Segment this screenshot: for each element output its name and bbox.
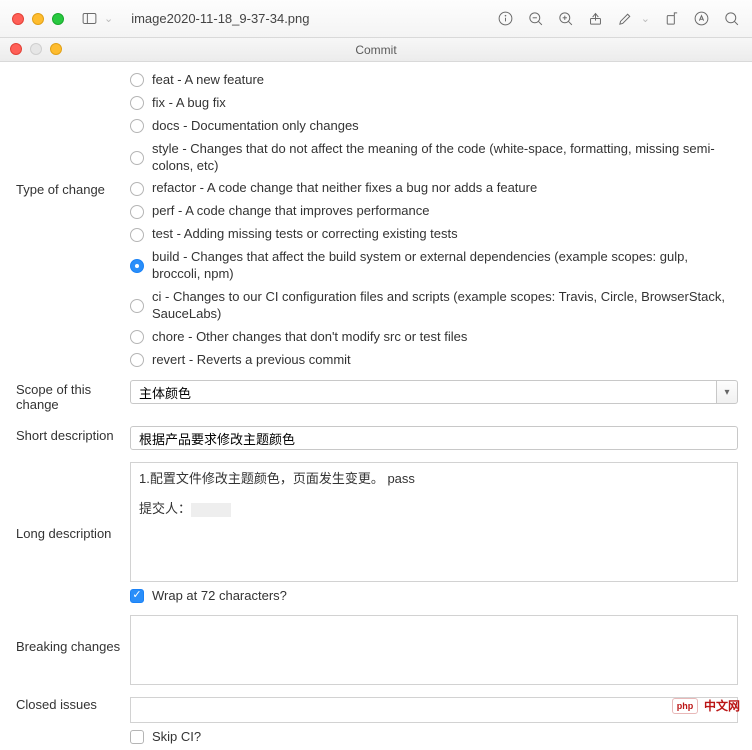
short-desc-label: Short description [0, 420, 130, 451]
radio-icon[interactable] [130, 259, 144, 273]
watermark: php 中文网 [672, 697, 740, 714]
scope-dropdown-button[interactable]: ▾ [716, 380, 738, 404]
zoom-in-icon[interactable] [557, 10, 575, 28]
type-of-change-option[interactable]: fix - A bug fix [130, 95, 738, 112]
dialog-titlebar: Commit [0, 38, 752, 62]
dialog-zoom-button[interactable] [50, 43, 62, 55]
long-desc-textarea[interactable]: 1.配置文件修改主题颜色，页面发生变更。 pass 提交人： [130, 462, 738, 582]
type-of-change-option[interactable]: ci - Changes to our CI configuration fil… [130, 289, 738, 323]
breaking-textarea[interactable] [130, 615, 738, 685]
type-of-change-option[interactable]: revert - Reverts a previous commit [130, 352, 738, 369]
search-icon[interactable] [722, 10, 740, 28]
radio-icon[interactable] [130, 330, 144, 344]
window-minimize-button[interactable] [32, 13, 44, 25]
type-of-change-option[interactable]: style - Changes that do not affect the m… [130, 141, 738, 175]
radio-icon[interactable] [130, 151, 144, 165]
window-close-button[interactable] [12, 13, 24, 25]
skip-ci-checkbox[interactable] [130, 730, 144, 744]
radio-icon[interactable] [130, 96, 144, 110]
type-of-change-option[interactable]: docs - Documentation only changes [130, 118, 738, 135]
info-icon[interactable] [497, 10, 515, 28]
rotate-icon[interactable] [662, 10, 680, 28]
type-of-change-option[interactable]: build - Changes that affect the build sy… [130, 249, 738, 283]
markup-icon[interactable] [617, 10, 635, 28]
radio-icon[interactable] [130, 205, 144, 219]
annotate-icon[interactable] [692, 10, 710, 28]
chevron-down-icon[interactable]: ⌄ [104, 12, 113, 25]
zoom-out-icon[interactable] [527, 10, 545, 28]
radio-icon[interactable] [130, 228, 144, 242]
wrap-label: Wrap at 72 characters? [152, 588, 287, 603]
type-of-change-option[interactable]: refactor - A code change that neither fi… [130, 180, 738, 197]
radio-label: ci - Changes to our CI configuration fil… [152, 289, 738, 323]
radio-label: test - Adding missing tests or correctin… [152, 226, 458, 243]
window-traffic-lights [12, 13, 64, 25]
share-icon[interactable] [587, 10, 605, 28]
radio-icon[interactable] [130, 299, 144, 313]
chevron-down-icon[interactable]: ⌄ [641, 12, 650, 25]
dialog-close-button[interactable] [10, 43, 22, 55]
commit-form: Type of change feat - A new feature fix -… [0, 62, 752, 750]
type-of-change-option[interactable]: chore - Other changes that don't modify … [130, 329, 738, 346]
sidebar-toggle-icon[interactable] [80, 10, 98, 28]
closed-issues-label: Closed issues [0, 691, 130, 720]
short-desc-input[interactable] [130, 426, 738, 450]
radio-label: refactor - A code change that neither fi… [152, 180, 537, 197]
radio-icon[interactable] [130, 119, 144, 133]
redacted-name [191, 503, 231, 517]
radio-label: docs - Documentation only changes [152, 118, 359, 135]
radio-label: chore - Other changes that don't modify … [152, 329, 467, 346]
window-zoom-button[interactable] [52, 13, 64, 25]
long-desc-label: Long description [0, 456, 130, 549]
radio-label: style - Changes that do not affect the m… [152, 141, 738, 175]
dialog-minimize-button [30, 43, 42, 55]
dialog-title: Commit [355, 43, 396, 57]
closed-issues-input[interactable] [130, 697, 738, 723]
skip-ci-label: Skip CI? [152, 729, 201, 744]
scope-combo[interactable]: ▾ [130, 380, 738, 404]
radio-icon[interactable] [130, 353, 144, 367]
watermark-text: 中文网 [704, 697, 740, 714]
preview-titlebar: ⌄ image2020-11-18_9-37-34.png ⌄ [0, 0, 752, 38]
type-of-change-option[interactable]: perf - A code change that improves perfo… [130, 203, 738, 220]
radio-label: perf - A code change that improves perfo… [152, 203, 430, 220]
scope-input[interactable] [130, 380, 716, 404]
type-of-change-option[interactable]: test - Adding missing tests or correctin… [130, 226, 738, 243]
type-of-change-option[interactable]: feat - A new feature [130, 72, 738, 89]
type-of-change-group: feat - A new feature fix - A bug fix docs … [130, 68, 738, 368]
radio-label: feat - A new feature [152, 72, 264, 89]
radio-icon[interactable] [130, 182, 144, 196]
type-of-change-label: Type of change [0, 62, 130, 205]
long-desc-line2: 提交人： [139, 499, 729, 519]
wrap-checkbox[interactable]: ✓ [130, 589, 144, 603]
long-desc-line1: 1.配置文件修改主题颜色，页面发生变更。 pass [139, 469, 729, 489]
radio-icon[interactable] [130, 73, 144, 87]
watermark-logo: php [672, 698, 698, 714]
radio-label: fix - A bug fix [152, 95, 226, 112]
window-filename: image2020-11-18_9-37-34.png [131, 11, 309, 26]
radio-label: build - Changes that affect the build sy… [152, 249, 738, 283]
scope-label: Scope of this change [0, 374, 130, 420]
breaking-label: Breaking changes [0, 609, 130, 662]
radio-label: revert - Reverts a previous commit [152, 352, 351, 369]
